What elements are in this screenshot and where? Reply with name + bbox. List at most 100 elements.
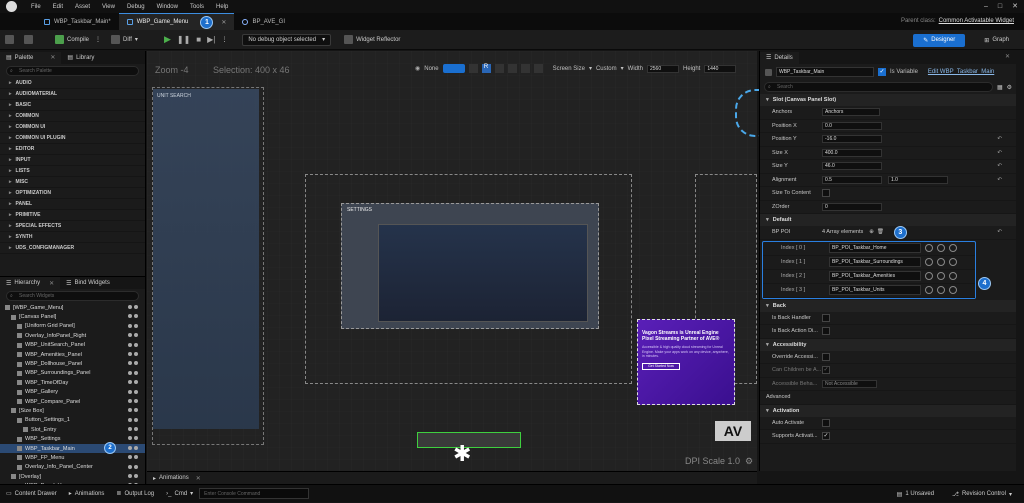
visibility-lock-icons[interactable] [128, 455, 139, 460]
visibility-lock-icons[interactable] [128, 398, 139, 404]
visibility-lock-icons[interactable] [128, 361, 139, 366]
palette-search-input[interactable]: ⌕ Search Palette [6, 66, 139, 76]
supports-activation-checkbox[interactable]: ✓ [822, 432, 830, 441]
section-activation[interactable]: Activation [760, 404, 1016, 417]
section-slot[interactable]: Slot (Canvas Panel Slot) [760, 94, 1016, 106]
visibility-lock-icons[interactable] [128, 408, 139, 413]
unit-search-panel-preview[interactable]: UNIT SEARCH [153, 89, 259, 429]
close-tab-icon[interactable]: ✕ [221, 19, 226, 26]
category-uds-configmanager[interactable]: UDS_CONFIGMANAGER [0, 243, 145, 254]
visibility-lock-icons[interactable] [128, 380, 139, 385]
content-drawer-button[interactable]: ▭ Content Drawer [0, 485, 63, 503]
position-y-input[interactable]: -16.0 [822, 135, 882, 144]
visibility-lock-icons[interactable] [128, 333, 139, 338]
hierarchy-item[interactable]: WBP_Surroundings_Panel [0, 369, 145, 378]
bp-poi-value-dropdown[interactable]: BP_POI_Taskbar_Surroundings [829, 257, 921, 267]
settings-gear-icon[interactable]: ⚙ [745, 456, 753, 467]
outline-icon[interactable] [507, 64, 517, 73]
reset-icon[interactable]: ↶ [997, 136, 1002, 142]
menu-debug[interactable]: Debug [127, 4, 145, 10]
browse-icon[interactable] [925, 286, 933, 294]
hierarchy-item[interactable]: [Overlay] [0, 472, 145, 481]
visibility-lock-icons[interactable] [128, 474, 139, 479]
grid-toggle-icon[interactable] [468, 64, 478, 73]
reset-icon[interactable]: ↶ [997, 177, 1002, 183]
use-selected-icon[interactable] [937, 258, 945, 266]
override-accessible-checkbox[interactable] [822, 352, 830, 361]
console-input[interactable]: Enter Console Command [199, 488, 310, 499]
maximize-icon[interactable]: □ [998, 3, 1002, 10]
add-element-icon[interactable]: ⊕ [869, 229, 874, 235]
tab-animations[interactable]: ▸ Animations ✕ [147, 472, 207, 484]
visibility-lock-icons[interactable] [128, 389, 139, 395]
category-optimization[interactable]: OPTIMIZATION [0, 188, 145, 199]
tab-bp-ave-gi[interactable]: BP_AVE_GI [234, 13, 293, 30]
auto-activate-checkbox[interactable] [822, 418, 830, 427]
tab-bind-widgets[interactable]: ☰ Bind Widgets [60, 277, 116, 289]
visibility-lock-icons[interactable] [128, 445, 139, 451]
accessible-behavior-dropdown[interactable]: Not Accessible [822, 379, 877, 388]
screen-size-dropdown[interactable]: Screen Size [553, 66, 585, 72]
pause-icon[interactable]: ❚❚ [177, 35, 190, 44]
visibility-lock-icons[interactable] [128, 305, 139, 310]
tab-wbp-game-menu[interactable]: WBP_Game_Menu 1 ✕ [118, 13, 235, 30]
menu-window[interactable]: Window [157, 4, 178, 10]
unreal-logo-icon[interactable] [6, 1, 17, 12]
bp-poi-value-dropdown[interactable]: BP_POI_Taskbar_Home [829, 243, 921, 253]
hierarchy-item[interactable]: [Canvas Panel] [0, 312, 145, 321]
category-lists[interactable]: LISTS [0, 166, 145, 177]
vagon-promo-panel[interactable]: Vagon Streams is Unreal Engine Pixel Str… [637, 319, 735, 405]
table-view-icon[interactable]: ▦ [997, 84, 1003, 91]
pick-icon[interactable] [949, 258, 957, 266]
pick-icon[interactable] [949, 244, 957, 252]
designer-button[interactable]: ✎ Designer [913, 33, 966, 47]
visibility-lock-icons[interactable] [128, 314, 139, 319]
category-editor[interactable]: EDITOR [0, 144, 145, 155]
category-panel[interactable]: PANEL [0, 199, 145, 210]
category-input[interactable]: INPUT [0, 155, 145, 166]
category-basic[interactable]: BASIC [0, 100, 145, 111]
delete-icon[interactable]: 🗑 [877, 229, 884, 235]
category-common-ui[interactable]: COMMON UI [0, 122, 145, 133]
zorder-input[interactable]: 0 [822, 202, 882, 211]
menu-file[interactable]: File [31, 4, 41, 10]
size-x-input[interactable]: 400.0 [822, 148, 882, 157]
section-back[interactable]: Back [760, 299, 1016, 312]
hierarchy-item[interactable]: Overlay_InfoPanel_Right [0, 331, 145, 340]
category-special-effects[interactable]: SPECIAL EFFECTS [0, 221, 145, 232]
settings-panel-preview[interactable]: SETTINGS [341, 203, 599, 329]
output-log-button[interactable]: ≣ Output Log [110, 485, 160, 503]
more-icon[interactable]: ⋮ [221, 36, 227, 43]
tab-hierarchy[interactable]: ☰ Hierarchy ✕ [0, 277, 61, 289]
alignment-y-input[interactable]: 1.0 [888, 175, 948, 184]
anchors-dropdown[interactable]: Anchors [822, 108, 880, 117]
section-accessibility[interactable]: Accessibility [760, 338, 1016, 351]
menu-tools[interactable]: Tools [190, 4, 204, 10]
pick-icon[interactable] [949, 286, 957, 294]
animations-button[interactable]: ▸ Animations [63, 485, 111, 503]
visibility-lock-icons[interactable] [128, 436, 139, 441]
hierarchy-item[interactable]: WBP_Amenities_Panel [0, 350, 145, 359]
hierarchy-item[interactable]: [Size Box] [0, 406, 145, 415]
browse-icon[interactable] [925, 258, 933, 266]
size-to-content-checkbox[interactable] [822, 189, 830, 198]
use-selected-icon[interactable] [937, 244, 945, 252]
visibility-lock-icons[interactable] [128, 427, 139, 432]
hierarchy-item[interactable]: WBP_Taskbar_Main 2 [0, 441, 145, 454]
save-button[interactable] [0, 33, 19, 47]
debug-object-select[interactable]: No debug object selected ▾ [242, 33, 332, 46]
widget-name-input[interactable]: WBP_Taskbar_Main [776, 67, 874, 77]
is-back-handler-checkbox[interactable] [822, 313, 830, 322]
respect-locks-icon[interactable]: R [481, 64, 491, 73]
size-y-input[interactable]: 46.0 [822, 162, 882, 171]
hierarchy-item[interactable]: WBP_FP_Menu [0, 453, 145, 462]
section-default[interactable]: Default [760, 214, 1016, 226]
hierarchy-item[interactable]: WBP_Dollhouse_Panel [0, 359, 145, 368]
custom-dropdown[interactable]: Custom [596, 66, 617, 72]
edit-widget-link[interactable]: Edit WBP_Taskbar_Main [928, 69, 994, 75]
menu-asset[interactable]: Asset [75, 4, 90, 10]
compile-button[interactable]: Compile ⋮ [50, 33, 106, 47]
reset-icon[interactable]: ↶ [997, 229, 1002, 235]
category-common-ui-plugin[interactable]: COMMON UI PLUGIN [0, 133, 145, 144]
graph-button[interactable]: ⊞ Graph [979, 33, 1014, 47]
